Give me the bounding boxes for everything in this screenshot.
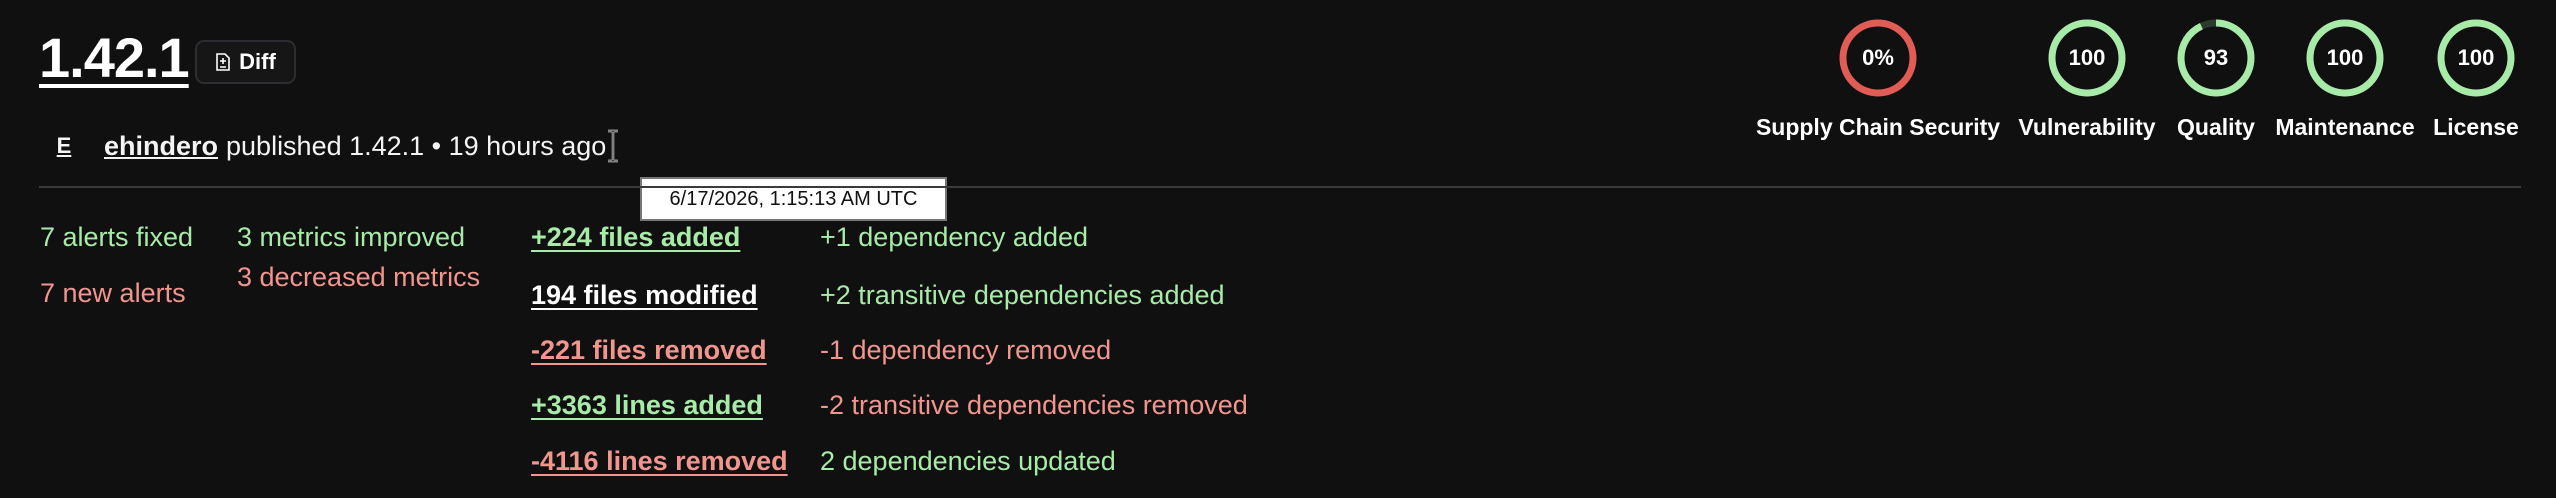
score-label: Supply Chain Security [1755, 114, 2001, 140]
score-quality[interactable]: 93 Quality [2176, 18, 2256, 141]
diff-label: Diff [239, 49, 276, 74]
text-cursor-icon [608, 129, 619, 163]
score-label: Vulnerability [2018, 114, 2156, 140]
score-vulnerability[interactable]: 100 Vulnerability [2018, 18, 2156, 141]
metrics-decreased[interactable]: 3 decreased metrics [237, 262, 480, 293]
files-modified-link[interactable]: 194 files modified [531, 280, 758, 311]
score-ring: 100 [2305, 18, 2385, 98]
score-value: 100 [2457, 45, 2495, 70]
lines-removed-link[interactable]: -4116 lines removed [531, 446, 788, 477]
published-text: published 1.42.1 • 19 hours ago [226, 130, 607, 161]
files-removed-link[interactable]: -221 files removed [531, 335, 767, 366]
timestamp-tooltip: 6/17/2026, 1:15:13 AM UTC [640, 177, 947, 221]
score-ring: 93 [2176, 18, 2256, 98]
score-label: Quality [2177, 114, 2255, 140]
score-value: 0% [1862, 45, 1894, 70]
dependency-removed: -1 dependency removed [820, 335, 1112, 365]
divider [39, 186, 2521, 188]
alerts-fixed[interactable]: 7 alerts fixed [40, 222, 193, 253]
score-ring: 100 [2047, 18, 2127, 98]
transitive-dependencies-added: +2 transitive dependencies added [820, 280, 1225, 310]
publish-info: E ehindero published 1.42.1 • 19 hours a… [54, 128, 619, 164]
score-license[interactable]: 100 License [2433, 18, 2519, 141]
score-label: License [2433, 114, 2519, 140]
avatar[interactable]: E [54, 133, 74, 159]
author-link[interactable]: ehindero [104, 131, 218, 162]
new-alerts[interactable]: 7 new alerts [40, 278, 186, 309]
transitive-dependencies-removed: -2 transitive dependencies removed [820, 390, 1248, 420]
score-ring: 0% [1838, 18, 1918, 98]
score-supply-chain-security[interactable]: 0% Supply Chain Security [1756, 18, 2000, 141]
lines-added-link[interactable]: +3363 lines added [531, 390, 763, 421]
dependencies-updated: 2 dependencies updated [820, 446, 1116, 476]
files-added-link[interactable]: +224 files added [531, 222, 740, 253]
score-maintenance[interactable]: 100 Maintenance [2275, 18, 2415, 141]
metrics-improved[interactable]: 3 metrics improved [237, 222, 465, 253]
score-label: Maintenance [2275, 114, 2415, 140]
score-value: 93 [2203, 45, 2229, 70]
version-title[interactable]: 1.42.1 [39, 30, 190, 86]
diff-button[interactable]: Diff [195, 40, 296, 84]
file-diff-icon [216, 52, 230, 71]
score-value: 100 [2326, 45, 2364, 70]
score-ring: 100 [2436, 18, 2516, 98]
score-value: 100 [2068, 45, 2106, 70]
dependency-added: +1 dependency added [820, 222, 1088, 252]
